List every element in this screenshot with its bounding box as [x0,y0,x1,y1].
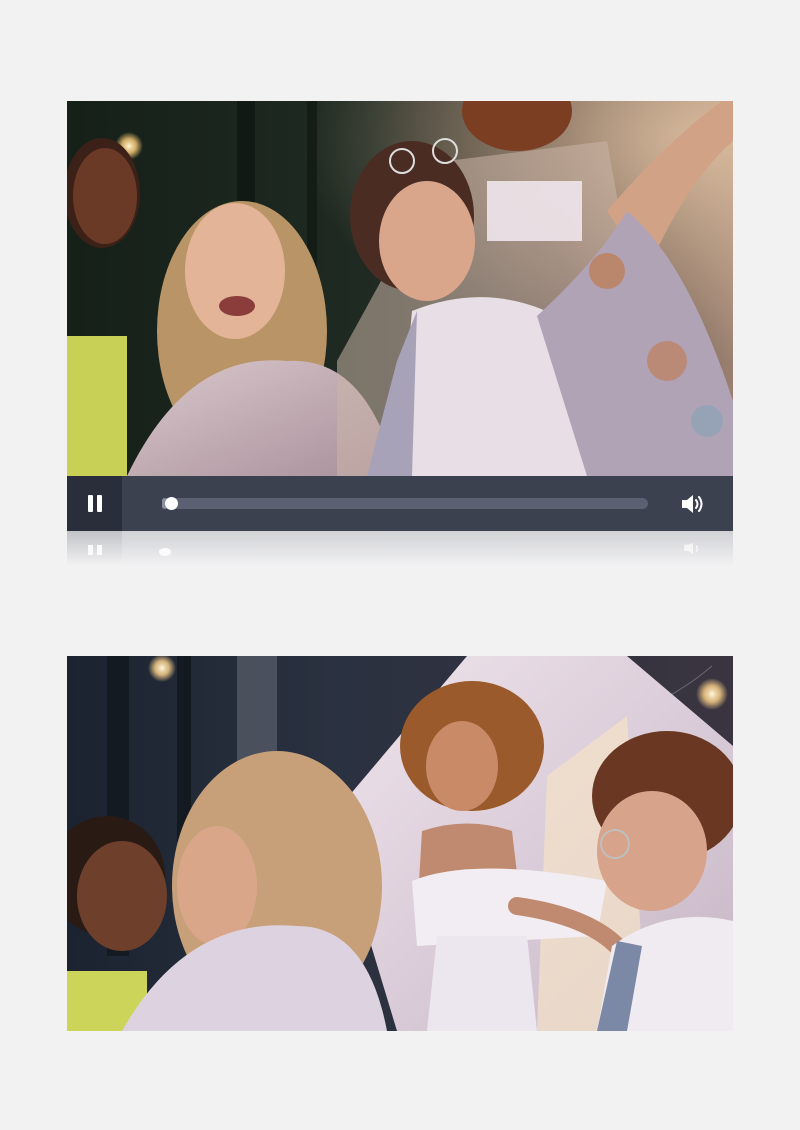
video-still-1 [67,101,733,476]
video-frame-2[interactable] [67,656,733,1031]
video-controls [67,476,733,531]
volume-icon [682,495,703,513]
progress-scrubber-handle[interactable] [165,497,178,510]
progress-bar[interactable] [162,497,648,510]
volume-icon-reflection [684,543,699,555]
video-frame-1[interactable] [67,101,733,476]
page [0,0,800,1130]
pause-button[interactable] [67,476,122,531]
volume-button[interactable] [679,490,707,518]
pause-icon [88,495,93,512]
video-still-2 [67,656,733,1031]
controls-reflection [67,531,733,571]
